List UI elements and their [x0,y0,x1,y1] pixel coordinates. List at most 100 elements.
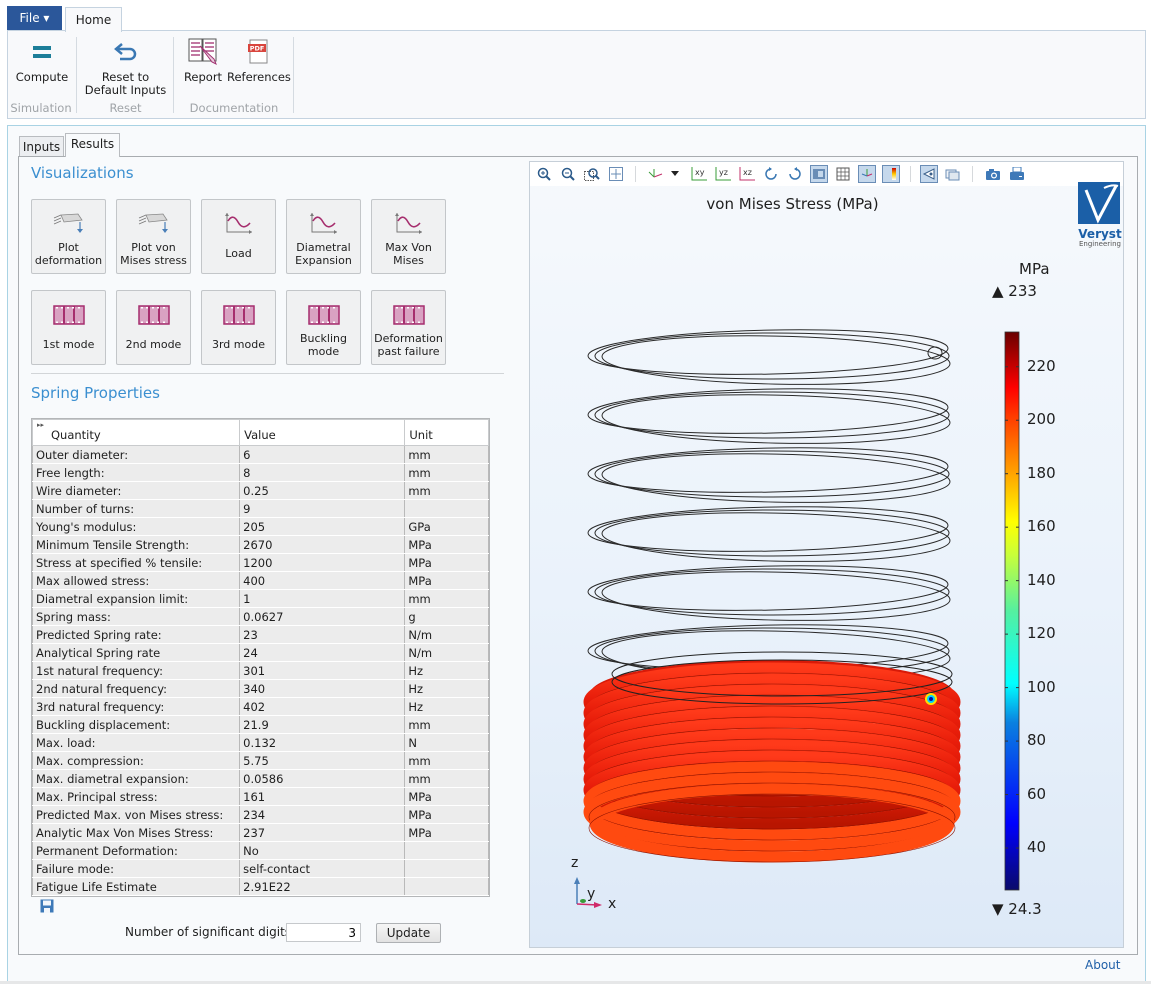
tab-results[interactable]: Results [65,133,120,157]
plot-deformation-button[interactable]: Plot deformation [31,199,106,274]
beam-deformation-icon [32,210,105,238]
reset-defaults-button[interactable]: Reset to Default Inputs [83,37,168,97]
ribbon-separator [293,37,294,113]
table-row[interactable]: 1st natural frequency: 301 Hz [31,661,489,680]
table-row[interactable]: Max. diametral expansion: 0.0586 mm [31,769,489,788]
third-mode-button[interactable]: 3rd mode [201,290,276,365]
legend-max-value: ▲ 233 [992,282,1037,300]
about-link[interactable]: About [1085,958,1120,972]
cell-unit: g [404,607,489,626]
wire-coil [594,391,950,439]
legend-tick-label: 40 [1027,838,1047,857]
table-row[interactable]: Permanent Deformation: No [31,841,489,860]
cell-unit: MPa [404,535,489,554]
film-icon [287,301,360,329]
cell-value: self-contact [239,859,406,878]
table-row[interactable]: Minimum Tensile Strength: 2670 MPa [31,535,489,554]
diametral-expansion-button[interactable]: Diametral Expansion [286,199,361,274]
plot-deformation-label: Plot deformation [34,241,103,267]
table-row[interactable]: Max. compression: 5.75 mm [31,751,489,770]
deformed-spring-solid [583,651,961,863]
max-von-mises-button[interactable]: Max Von Mises [371,199,446,274]
buckling-mode-button[interactable]: Buckling mode [286,290,361,365]
table-row[interactable]: Max. load: 0.132 N [31,733,489,752]
significant-digits-input[interactable] [286,923,361,942]
graphics-window[interactable]: xy yz xz von Mises Stress (MPa) Veryst E… [529,161,1124,948]
cell-unit: Hz [404,697,489,716]
table-row[interactable]: Spring mass: 0.0627 g [31,607,489,626]
cell-value: 2.91E22 [239,877,406,896]
load-label: Load [225,247,252,260]
table-row[interactable]: Diametral expansion limit: 1 mm [31,589,489,608]
visualizations-title: Visualizations [31,164,134,182]
compute-button[interactable]: Compute [14,37,70,84]
load-button[interactable]: Load [201,199,276,274]
cell-unit [404,499,489,518]
first-mode-button[interactable]: 1st mode [31,290,106,365]
cell-unit: MPa [404,805,489,824]
legend-tick-label: 220 [1027,356,1056,375]
update-button[interactable]: Update [376,923,441,943]
legend-tick-label: 100 [1027,677,1056,696]
beam-deformation-icon [117,210,190,238]
y-axis-label: y [587,886,596,902]
tab-inputs[interactable]: Inputs [19,136,64,157]
deformation-past-failure-label: Deformation past failure [374,332,443,358]
table-row[interactable]: Free length: 8 mm [31,463,489,482]
cell-value: 23 [239,625,406,644]
expand-icon[interactable]: ▸▸ [37,421,44,429]
legend-tick-label: 160 [1027,517,1056,536]
references-button[interactable]: PDF References [227,37,291,84]
table-row[interactable]: Number of turns: 9 [31,499,489,518]
table-row[interactable]: Max allowed stress: 400 MPa [31,571,489,590]
cell-unit: mm [404,481,489,500]
second-mode-button[interactable]: 2nd mode [116,290,191,365]
cell-unit: MPa [404,571,489,590]
cell-unit: MPa [404,823,489,842]
table-row[interactable]: Outer diameter: 6 mm [31,445,489,464]
z-axis-label: z [571,855,579,871]
file-menu-button[interactable]: File ▾ [7,6,62,30]
table-row[interactable]: Wire diameter: 0.25 mm [31,481,489,500]
report-button[interactable]: Report [183,37,223,84]
svg-text:PDF: PDF [250,45,265,53]
column-header-unit[interactable]: Unit [404,419,489,446]
tab-home[interactable]: Home [65,7,122,32]
save-table-icon[interactable] [40,898,54,917]
ribbon-group-documentation: Report PDF References Documentation [175,31,293,118]
cell-quantity: 3rd natural frequency: [31,697,241,716]
column-header-value[interactable]: Value [239,419,406,446]
table-row[interactable]: Predicted Max. von Mises stress: 234 MPa [31,805,489,824]
cell-unit: Hz [404,679,489,698]
table-row[interactable]: Max. Principal stress: 161 MPa [31,787,489,806]
table-row[interactable]: Failure mode: self-contact [31,859,489,878]
cell-unit: N/m [404,643,489,662]
cell-quantity: Diametral expansion limit: [31,589,241,608]
deformation-past-failure-button[interactable]: Deformation past failure [371,290,446,365]
table-row[interactable]: Young's modulus: 205 GPa [31,517,489,536]
legend-tick-label: 80 [1027,731,1047,750]
cell-value: 21.9 [239,715,406,734]
plot-von-mises-button[interactable]: Plot von Mises stress [116,199,191,274]
cell-quantity: 1st natural frequency: [31,661,241,680]
table-row[interactable]: Buckling displacement: 21.9 mm [31,715,489,734]
cell-value: 6 [239,445,406,464]
cell-unit: N [404,733,489,752]
wire-coil [587,565,949,611]
table-row[interactable]: 3rd natural frequency: 402 Hz [31,697,489,716]
cell-quantity: Stress at specified % tensile: [31,553,241,572]
table-row[interactable]: Stress at specified % tensile: 1200 MPa [31,553,489,572]
cell-quantity: Max. load: [31,733,241,752]
table-row[interactable]: Predicted Spring rate: 23 N/m [31,625,489,644]
cell-quantity: Fatigue Life Estimate [31,877,241,896]
group-label-reset: Reset [109,101,142,115]
significant-digits-label: Number of significant digits: [125,925,296,939]
table-row[interactable]: Analytic Max Von Mises Stress: 237 MPa [31,823,489,842]
table-row[interactable]: Fatigue Life Estimate 2.91E22 [31,877,489,896]
table-row[interactable]: Analytical Spring rate 24 N/m [31,643,489,662]
cell-value: 2670 [239,535,406,554]
table-row[interactable]: 2nd natural frequency: 340 Hz [31,679,489,698]
cell-unit: N/m [404,625,489,644]
wave-plot-icon [202,210,275,238]
column-header-quantity[interactable]: ▸▸ Quantity [31,419,241,446]
